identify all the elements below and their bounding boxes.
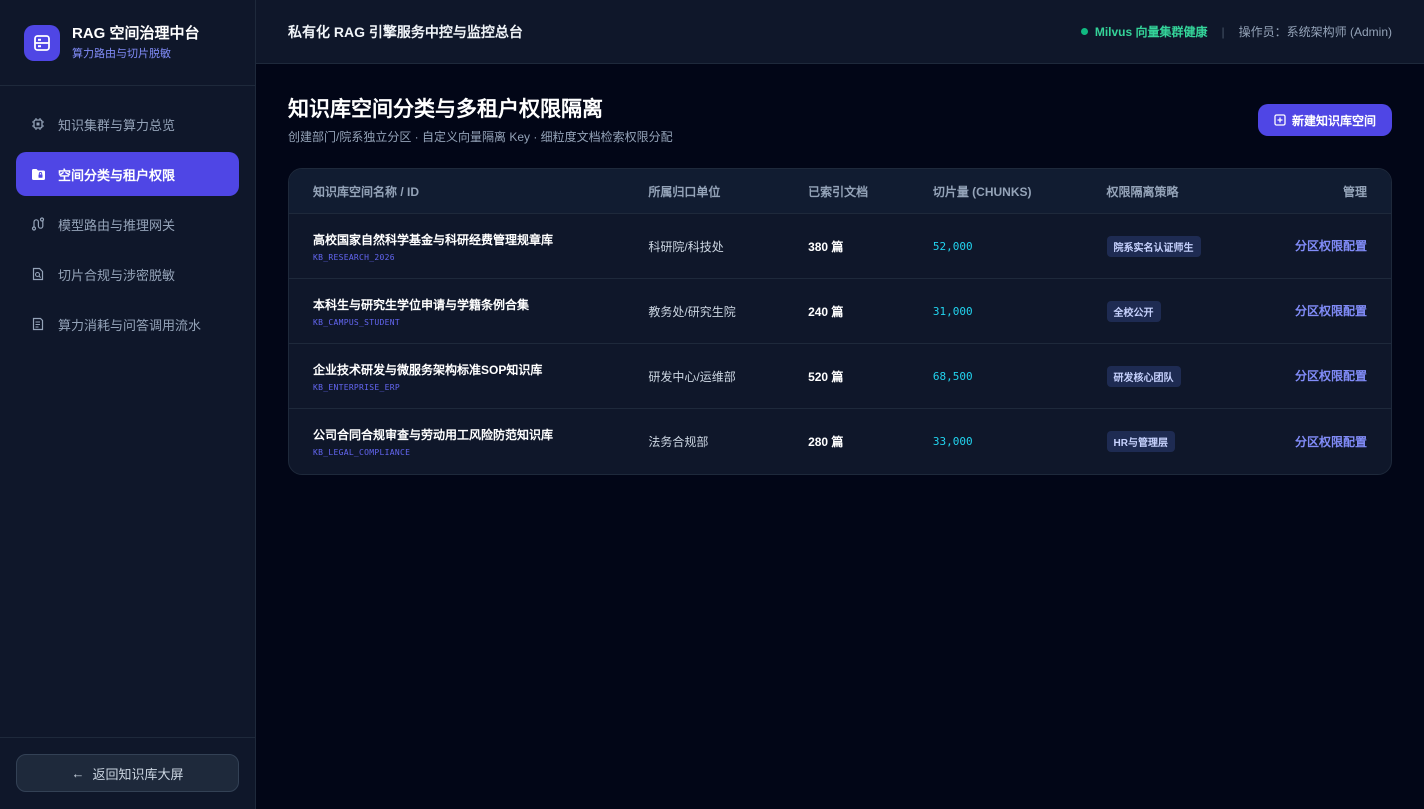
brand-title: RAG 空间治理中台 <box>72 24 200 42</box>
table-row: 本科生与研究生学位申请与学籍条例合集 KB_CAMPUS_STUDENT 教务处… <box>289 279 1391 344</box>
status-dot-icon <box>1080 28 1088 35</box>
divider: | <box>1221 24 1225 39</box>
folder-lock-icon <box>30 166 46 182</box>
sidebar-item-label: 算力消耗与问答调用流水 <box>58 317 202 333</box>
kb-doc-count: 240 篇 <box>808 304 844 319</box>
cluster-status: Milvus 向量集群健康 <box>1080 23 1208 40</box>
table-row: 企业技术研发与微服务架构标准SOP知识库 KB_ENTERPRISE_ERP 研… <box>289 344 1391 409</box>
kb-name: 企业技术研发与微服务架构标准SOP知识库 <box>313 362 543 377</box>
sidebar-footer: ← 返回知识库大屏 <box>0 737 255 809</box>
sidebar-item-overview[interactable]: 知识集群与算力总览 <box>16 102 239 146</box>
receipt-list-icon <box>30 316 46 332</box>
brand: RAG 空间治理中台 算力路由与切片脱敏 <box>0 0 255 86</box>
column-header-name: 知识库空间名称 / ID <box>313 184 420 199</box>
column-header-unit: 所属归口单位 <box>648 184 721 199</box>
kb-doc-count: 380 篇 <box>808 239 844 254</box>
kb-id: KB_CAMPUS_STUDENT <box>313 317 400 327</box>
kb-chunk-count: 68,500 <box>932 369 973 383</box>
sidebar-item-label: 空间分类与租户权限 <box>58 167 176 183</box>
table-row: 公司合同合规审查与劳动用工风险防范知识库 KB_LEGAL_COMPLIANCE… <box>289 409 1391 474</box>
arrow-left-icon: ← <box>71 765 85 781</box>
back-to-dashboard-button[interactable]: ← 返回知识库大屏 <box>16 754 239 792</box>
server-icon <box>24 24 60 61</box>
kb-chunk-count: 52,000 <box>932 239 973 253</box>
knowledge-space-table: 知识库空间名称 / ID 所属归口单位 已索引文档 切片量 (CHUNKS) 权… <box>288 168 1392 475</box>
kb-doc-count: 520 篇 <box>808 369 844 384</box>
page-subtitle: 创建部门/院系独立分区 · 自定义向量隔离 Key · 细粒度文档检索权限分配 <box>288 130 673 144</box>
sidebar-item-label: 模型路由与推理网关 <box>58 217 176 233</box>
kb-name: 本科生与研究生学位申请与学籍条例合集 <box>313 297 530 312</box>
policy-badge: 研发核心团队 <box>1106 365 1181 387</box>
sidebar-item-chunk-compliance[interactable]: 切片合规与涉密脱敏 <box>16 252 239 296</box>
partition-permission-config-link[interactable]: 分区权限配置 <box>1295 435 1367 449</box>
partition-permission-config-link[interactable]: 分区权限配置 <box>1295 239 1367 253</box>
sidebar-item-usage-logs[interactable]: 算力消耗与问答调用流水 <box>16 302 239 346</box>
kb-unit: 研发中心/运维部 <box>648 369 736 384</box>
cluster-status-label: Milvus 向量集群健康 <box>1094 25 1208 39</box>
new-button-label: 新建知识库空间 <box>1291 113 1376 128</box>
policy-badge: 全校公开 <box>1106 300 1161 322</box>
policy-badge: HR与管理层 <box>1106 431 1175 452</box>
document-search-icon <box>30 266 46 282</box>
kb-chunk-count: 31,000 <box>932 304 973 318</box>
kb-id: KB_ENTERPRISE_ERP <box>313 382 400 392</box>
column-header-chunks: 切片量 (CHUNKS) <box>932 184 1032 199</box>
sidebar-item-label: 知识集群与算力总览 <box>58 117 176 133</box>
sidebar: RAG 空间治理中台 算力路由与切片脱敏 知识集群与算力总览 空间分类与租户权限… <box>0 0 256 809</box>
kb-unit: 教务处/研究生院 <box>648 304 736 319</box>
sidebar-nav: 知识集群与算力总览 空间分类与租户权限 模型路由与推理网关 切片合规与涉密脱敏 … <box>0 86 255 368</box>
partition-permission-config-link[interactable]: 分区权限配置 <box>1295 304 1367 318</box>
partition-permission-config-link[interactable]: 分区权限配置 <box>1295 369 1367 383</box>
top-bar-status: Milvus 向量集群健康 | 操作员：系统架构师 (Admin) <box>1080 23 1392 40</box>
kb-chunk-count: 33,000 <box>932 435 973 448</box>
page-header: 知识库空间分类与多租户权限隔离 创建部门/院系独立分区 · 自定义向量隔离 Ke… <box>288 96 1392 168</box>
kb-name: 高校国家自然科学基金与科研经费管理规章库 <box>313 232 554 247</box>
page-title: 知识库空间分类与多租户权限隔离 <box>288 98 603 121</box>
kb-unit: 法务合规部 <box>648 435 709 449</box>
kb-name: 公司合同合规审查与劳动用工风险防范知识库 <box>313 428 554 442</box>
kb-unit: 科研院/科技处 <box>648 239 724 254</box>
kb-id: KB_RESEARCH_2026 <box>313 252 395 262</box>
back-button-label: 返回知识库大屏 <box>92 766 184 782</box>
top-bar: 私有化 RAG 引擎服务中控与监控总台 Milvus 向量集群健康 | 操作员：… <box>256 0 1424 64</box>
operator-label: 操作员：系统架构师 (Admin) <box>1238 25 1392 39</box>
table-row: 高校国家自然科学基金与科研经费管理规章库 KB_RESEARCH_2026 科研… <box>289 214 1391 279</box>
sidebar-item-tenant-permissions[interactable]: 空间分类与租户权限 <box>16 152 239 196</box>
new-knowledge-space-button[interactable]: 新建知识库空间 <box>1257 104 1392 136</box>
sidebar-item-model-routing[interactable]: 模型路由与推理网关 <box>16 202 239 246</box>
column-header-policy: 权限隔离策略 <box>1106 184 1179 199</box>
kb-id: KB_LEGAL_COMPLIANCE <box>313 448 411 457</box>
policy-badge: 院系实名认证师生 <box>1106 235 1201 257</box>
column-header-docs: 已索引文档 <box>808 184 869 199</box>
add-box-icon <box>1274 114 1286 126</box>
column-header-manage: 管理 <box>1343 184 1368 199</box>
table-header: 知识库空间名称 / ID 所属归口单位 已索引文档 切片量 (CHUNKS) 权… <box>289 169 1391 214</box>
brand-subtitle: 算力路由与切片脱敏 <box>72 47 171 60</box>
route-icon <box>30 216 46 232</box>
sidebar-item-label: 切片合规与涉密脱敏 <box>58 267 176 283</box>
kb-doc-count: 280 篇 <box>808 435 844 449</box>
app-title: 私有化 RAG 引擎服务中控与监控总台 <box>288 23 523 40</box>
main-content: 知识库空间分类与多租户权限隔离 创建部门/院系独立分区 · 自定义向量隔离 Ke… <box>288 96 1392 475</box>
cpu-chip-icon <box>30 116 46 132</box>
